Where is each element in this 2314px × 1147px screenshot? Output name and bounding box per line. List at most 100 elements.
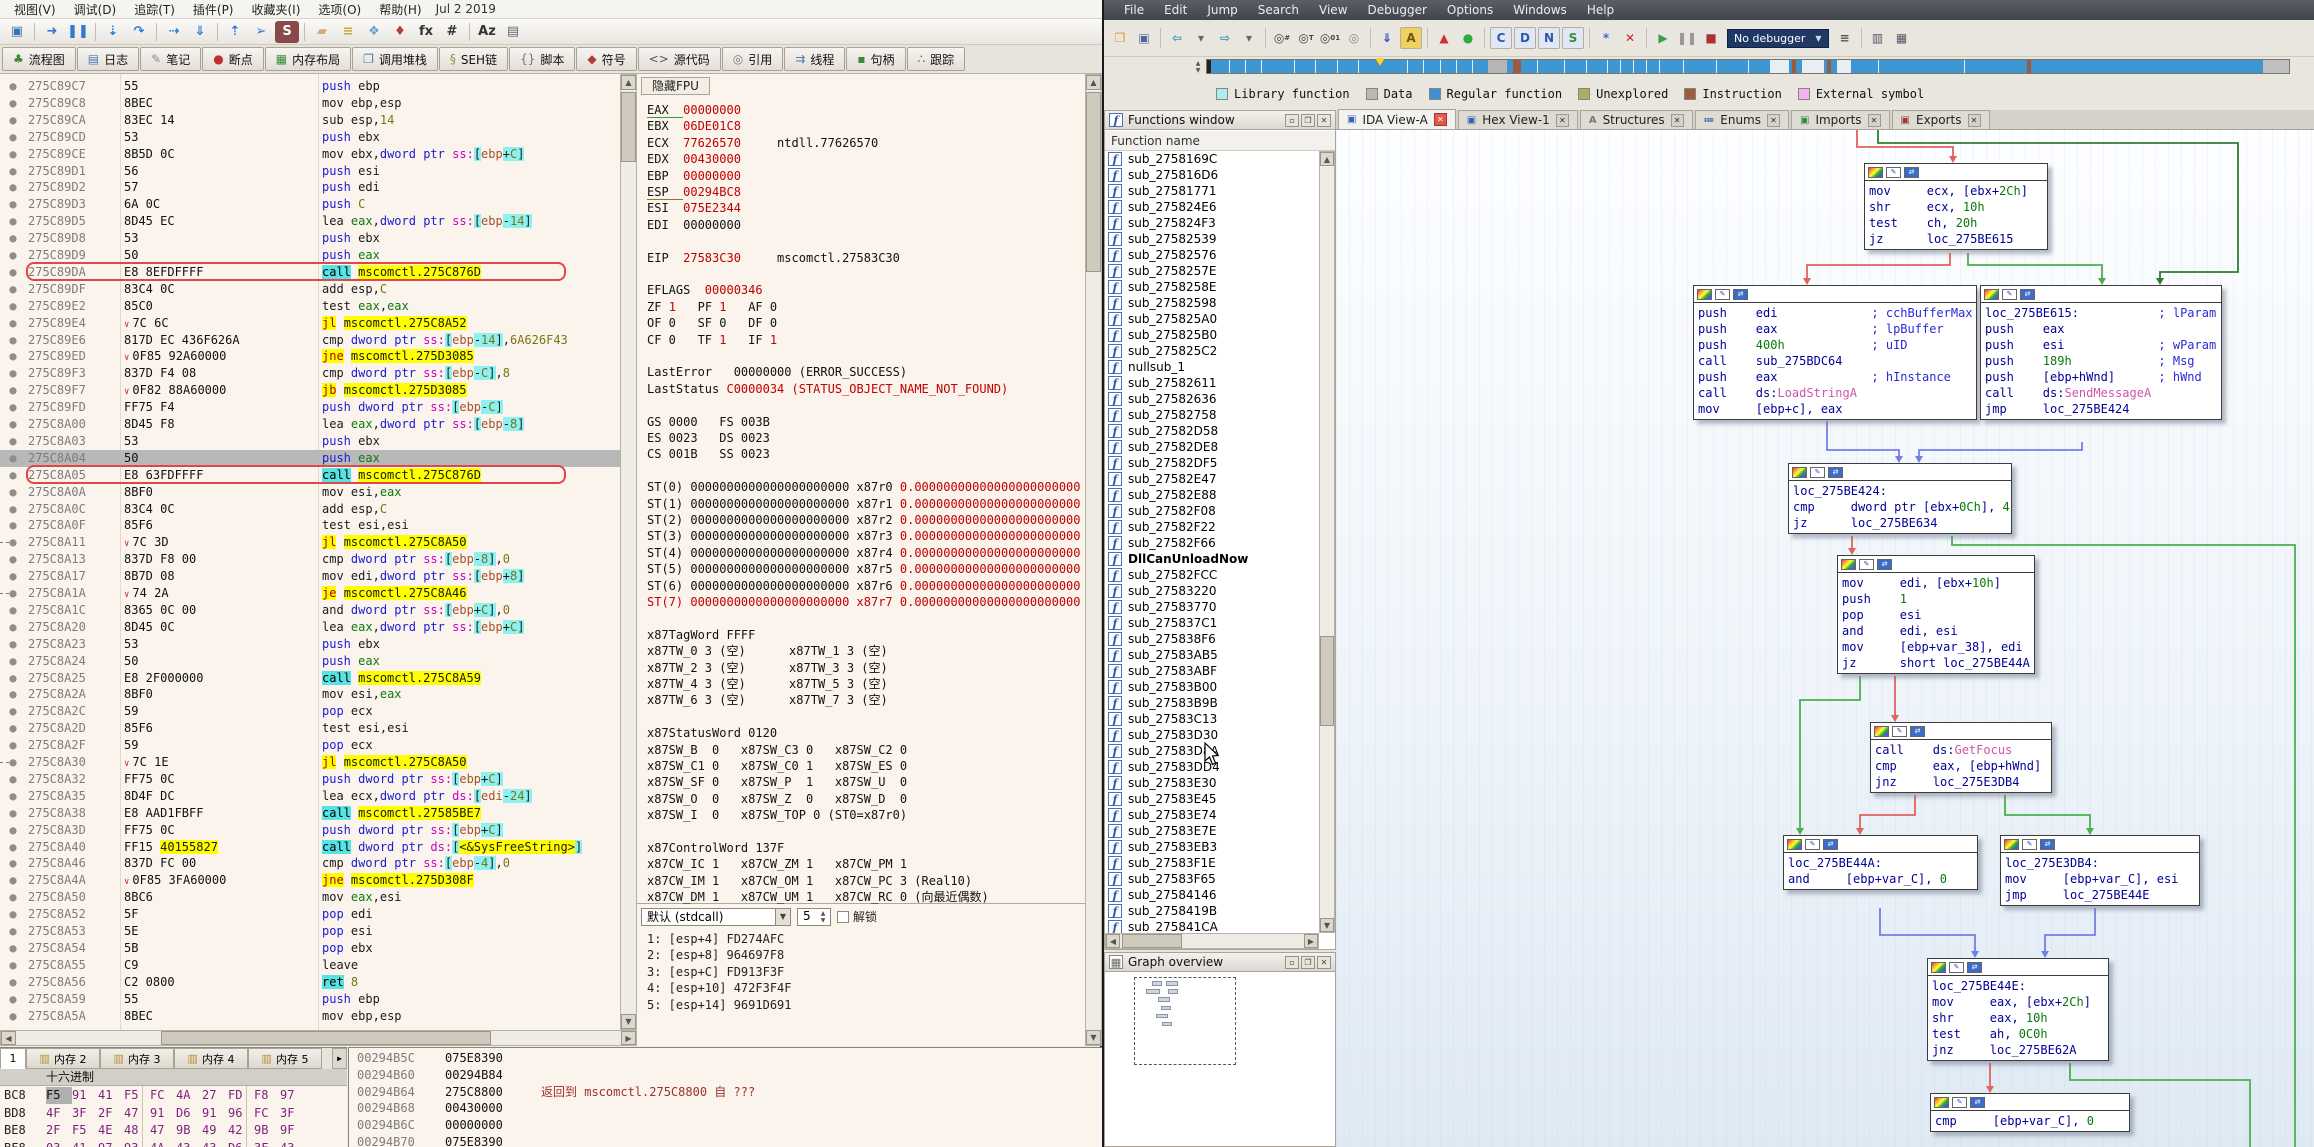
breakpoint-gutter[interactable]: ●: [0, 1008, 26, 1025]
register-line[interactable]: x87TW_4 3 (空) x87TW_5 3 (空): [647, 676, 1082, 692]
breakpoint-gutter[interactable]: ●: [0, 484, 26, 501]
menu-item-edit[interactable]: Edit: [1154, 3, 1197, 17]
breakpoint-gutter[interactable]: ●: [0, 179, 26, 196]
function-list-item[interactable]: fnullsub_1: [1105, 359, 1319, 375]
disasm-row[interactable]: ●275C8A38E8 AAD1FBFFcall mscomctl.27585B…: [0, 805, 637, 822]
node-color-icon[interactable]: [1841, 559, 1856, 570]
node-collapse-icon[interactable]: ⇄: [1823, 839, 1838, 850]
register-line[interactable]: CF 0 TF 1 IF 1: [647, 332, 1082, 348]
scroll-thumb[interactable]: [1320, 636, 1334, 726]
hash-icon[interactable]: #: [440, 21, 464, 43]
chevron-down-icon[interactable]: ▼: [775, 909, 790, 925]
stack-arg-line[interactable]: 5: [esp+14] 9691D691: [647, 997, 792, 1013]
execute-till-return-icon[interactable]: ⇓: [188, 21, 212, 43]
disasm-vscrollbar[interactable]: ▲ ▼: [620, 74, 637, 1030]
scroll-down-icon[interactable]: ▼: [1320, 918, 1334, 932]
dump-row[interactable]: BE82FF54E48479B49429B9F: [0, 1122, 347, 1139]
breakpoint-gutter[interactable]: ●: [0, 991, 26, 1008]
breakpoint-gutter[interactable]: ●: [0, 247, 26, 264]
register-line[interactable]: [647, 824, 1082, 840]
stack-arg-line[interactable]: 3: [esp+C] FD913F3F: [647, 964, 784, 980]
windows-list-icon[interactable]: ▥: [1867, 27, 1889, 49]
disasm-row[interactable]: ●275C8A3DFF75 0Cpush dword ptr ss:[ebp+C…: [0, 822, 637, 839]
bookmark-icon[interactable]: ♦: [388, 21, 412, 43]
scroll-left-icon[interactable]: ◀: [1106, 934, 1120, 948]
jump-icon[interactable]: ⇓: [1376, 27, 1398, 49]
float-icon[interactable]: ❐: [1301, 956, 1315, 969]
disasm-row[interactable]: ●275C89D853push ebx: [0, 230, 637, 247]
functions-window-titlebar[interactable]: f Functions window ▫ ❐ ✕: [1104, 110, 1336, 130]
disasm-row[interactable]: ●275C8A2353push ebx: [0, 636, 637, 653]
function-list-item[interactable]: fsub_27583EB3: [1105, 839, 1319, 855]
tab-structures[interactable]: AStructures✕: [1580, 110, 1693, 129]
disasm-row[interactable]: ●275C8A1C8365 0C 00and dword ptr ss:[ebp…: [0, 602, 637, 619]
breakpoint-gutter[interactable]: ●: [0, 703, 26, 720]
register-line[interactable]: x87CW_DM 1 x87CW_UM 1 x87CW_RC 0 (向最近偶数): [647, 889, 1082, 905]
register-line[interactable]: [647, 348, 1082, 364]
menu-item-view[interactable]: View: [1309, 3, 1357, 17]
stack-arg-line[interactable]: 1: [esp+4] FD274AFC: [647, 931, 784, 947]
disasm-row[interactable]: ●275C89CA83EC 14sub esp,14: [0, 112, 637, 129]
node-collapse-icon[interactable]: ⇄: [1877, 559, 1892, 570]
graph-node-n-loadstring[interactable]: ✎⇄push edi ; cchBufferMaxpush eax ; lpBu…: [1693, 285, 1977, 420]
label-icon[interactable]: ❖: [362, 21, 386, 43]
node-collapse-icon[interactable]: ⇄: [2040, 839, 2055, 850]
node-collapse-icon[interactable]: ⇄: [1970, 1097, 1985, 1108]
run-to-icon[interactable]: ⇢: [162, 21, 186, 43]
register-line[interactable]: ESI 075E2344: [647, 200, 1082, 216]
disasm-row[interactable]: ●275C8A358D4F DClea ecx,dword ptr ds:[ed…: [0, 788, 637, 805]
function-list-item[interactable]: fsub_275841CA: [1105, 919, 1319, 933]
breakpoint-gutter[interactable]: ●: [0, 788, 26, 805]
breakpoint-gutter[interactable]: ●: [0, 163, 26, 180]
register-line[interactable]: EBP 00000000: [647, 168, 1082, 184]
function-list-item[interactable]: fsub_27583AB5: [1105, 647, 1319, 663]
restore-icon[interactable]: ▫: [1285, 956, 1299, 969]
open-file-icon[interactable]: ❒: [1109, 27, 1131, 49]
disasm-row[interactable]: ●275C8A2D85F6test esi,esi: [0, 720, 637, 737]
stack-row[interactable]: 00294B64275C8800返回到 mscomctl.275C8800 自 …: [349, 1084, 1102, 1101]
function-list-item[interactable]: fsub_27582598: [1105, 295, 1319, 311]
breakpoint-gutter[interactable]: ●: [0, 416, 26, 433]
function-list-item[interactable]: fDllCanUnloadNow: [1105, 551, 1319, 567]
menu-item-windows[interactable]: Windows: [1503, 3, 1577, 17]
breakpoint-gutter[interactable]: ●: [0, 839, 26, 856]
register-line[interactable]: [647, 266, 1082, 282]
breakpoint-gutter[interactable]: ●: [0, 636, 26, 653]
code-icon[interactable]: C: [1490, 27, 1512, 49]
view-tab-脚本[interactable]: {}脚本: [509, 47, 575, 71]
function-list-item[interactable]: fsub_275825A0: [1105, 311, 1319, 327]
graph-node-n-be44e[interactable]: ✎⇄loc_275BE44E:mov eax, [ebx+2Ch]shr eax…: [1927, 958, 2109, 1061]
view-tab-SEH链[interactable]: §SEH链: [439, 47, 508, 71]
disasm-row[interactable]: ●275C8A32FF75 0Cpush dword ptr ss:[ebp+C…: [0, 771, 637, 788]
breakpoint-gutter[interactable]: ●: [0, 771, 26, 788]
registers-pane[interactable]: 隐藏FPU 默认 (stdcall) ▼ 5 ▲▼ 解锁 EAX 0000000…: [637, 74, 1102, 1046]
stack-arg-line[interactable]: 4: [esp+10] 472F3F4F: [647, 980, 792, 996]
breakpoint-gutter[interactable]: ●: [0, 653, 26, 670]
register-line[interactable]: x87TW_2 3 (空) x87TW_3 3 (空): [647, 660, 1082, 676]
disasm-row[interactable]: ●275C8A4A∨0F85 3FA60000jne mscomctl.275D…: [0, 872, 637, 889]
node-collapse-icon[interactable]: ⇄: [1967, 962, 1982, 973]
regs-vscrollbar[interactable]: ▲ ▼: [1085, 74, 1102, 1046]
functions-vscrollbar[interactable]: ▲ ▼: [1319, 151, 1335, 933]
register-line[interactable]: LastStatus C0000034 (STATUS_OBJECT_NAME_…: [647, 381, 1082, 397]
disasm-row[interactable]: ●275C8A2F59pop ecx: [0, 737, 637, 754]
register-line[interactable]: GS 0000 FS 003B: [647, 414, 1082, 430]
dump-row[interactable]: BC8F59141F5FC4A27FDF897: [0, 1087, 347, 1104]
node-titlebar[interactable]: ✎⇄: [1865, 164, 2047, 181]
breakpoint-gutter[interactable]: ●: [0, 686, 26, 703]
debug-start-icon[interactable]: ▶: [1652, 27, 1674, 49]
node-color-icon[interactable]: [1934, 1097, 1949, 1108]
register-line[interactable]: CS 001B SS 0023: [647, 446, 1082, 462]
stack-row[interactable]: 00294B6000294B84: [349, 1067, 1102, 1084]
node-color-icon[interactable]: [1984, 289, 1999, 300]
back-icon[interactable]: ⇦: [1166, 27, 1188, 49]
register-line[interactable]: x87SW_C1 0 x87SW_C0 1 x87SW_ES 0: [647, 758, 1082, 774]
view-tab-笔记[interactable]: ✎笔记: [140, 47, 201, 71]
breakpoint-gutter[interactable]: ●: [0, 112, 26, 129]
menu-item[interactable]: 收藏夹(I): [244, 0, 309, 19]
breakpoint-gutter[interactable]: ●: [0, 264, 26, 281]
node-titlebar[interactable]: ✎⇄: [2001, 836, 2199, 853]
disasm-row[interactable]: ●275C8A0F85F6test esi,esi: [0, 517, 637, 534]
register-line[interactable]: ES 0023 DS 0023: [647, 430, 1082, 446]
breakpoint-gutter[interactable]: ●: [0, 382, 26, 399]
